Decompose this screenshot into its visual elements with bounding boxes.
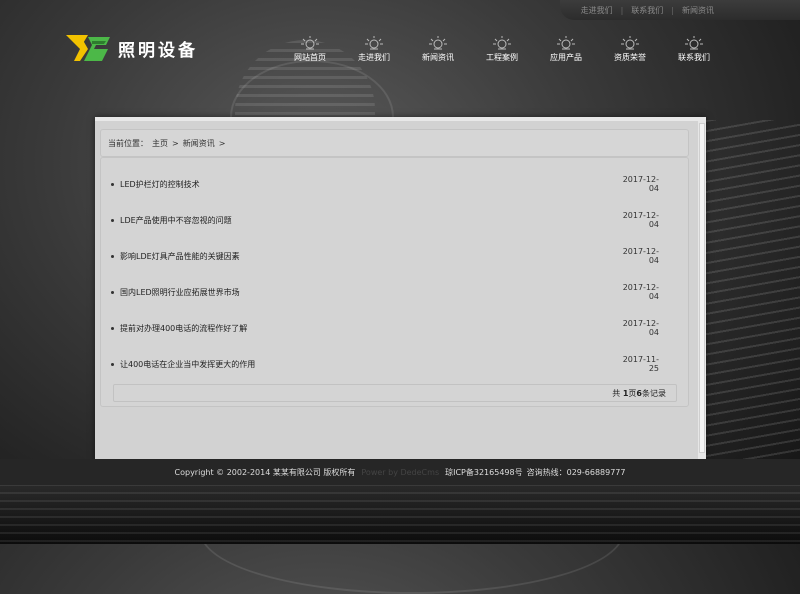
nav-label: 应用产品 [550,53,582,62]
top-utility-bar: 走进我们 | 联系我们 | 新闻资讯 [560,0,800,20]
lightbulb-icon [557,36,575,50]
news-date: 2017-11-25 [622,355,659,373]
breadcrumb: 当前位置： 主页 > 新闻资讯 > [100,129,689,157]
nav-item-about[interactable]: 走进我们 [342,36,406,66]
footer-powered-by[interactable]: Power by DedeCms [361,468,439,477]
list-item[interactable]: 让400电话在企业当中发挥更大的作用 2017-11-25 [111,355,659,373]
scrollbar-thumb[interactable] [699,123,705,453]
site-logo[interactable]: 照明设备 [66,30,206,66]
top-link-about[interactable]: 走进我们 [573,5,621,16]
nav-label: 工程案例 [486,53,518,62]
breadcrumb-home[interactable]: 主页 [152,138,168,149]
pagination-summary: 共 1 页 6 条记录 [113,384,677,402]
news-title[interactable]: LDE产品使用中不容忽视的问题 [120,215,615,226]
vertical-scrollbar[interactable] [698,121,706,459]
top-link-news[interactable]: 新闻资讯 [674,5,722,16]
top-link-contact[interactable]: 联系我们 [623,5,671,16]
lightbulb-icon [365,36,383,50]
pager-pages-suffix: 页 [628,388,637,398]
footer-hotline: 咨询热线：029-66889777 [526,467,626,477]
news-title[interactable]: 国内LED照明行业应拓展世界市场 [120,287,615,298]
bullet-icon [111,254,114,258]
lightbulb-icon [429,36,447,50]
news-title[interactable]: 影响LDE灯具产品性能的关键因素 [120,251,615,262]
footer-copyright: Copyright © 2002-2014 某某有限公司 版权所有 [174,467,356,477]
news-title[interactable]: 让400电话在企业当中发挥更大的作用 [120,359,615,370]
nav-item-products[interactable]: 应用产品 [534,36,598,66]
breadcrumb-separator: > [172,138,179,148]
nav-item-cases[interactable]: 工程案例 [470,36,534,66]
news-date: 2017-12-04 [622,247,659,265]
bullet-icon [111,362,114,366]
pager-prefix: 共 [612,388,621,398]
nav-item-news[interactable]: 新闻资讯 [406,36,470,66]
news-date: 2017-12-04 [622,211,659,229]
nav-label: 新闻资讯 [422,53,454,62]
nav-item-contact[interactable]: 联系我们 [662,36,726,66]
breadcrumb-separator: > [218,138,226,148]
news-date: 2017-12-04 [622,319,659,337]
background-building-right [706,120,800,460]
lightbulb-icon [493,36,511,50]
bullet-icon [111,290,114,294]
bullet-icon [111,218,114,222]
nav-item-home[interactable]: 网站首页 [278,36,342,66]
lightbulb-icon [301,36,319,50]
main-nav: 网站首页 走进我们 新闻资讯 工程案例 应用产品 资质荣誉 联系我们 [278,36,726,66]
nav-item-honors[interactable]: 资质荣誉 [598,36,662,66]
logo-mark [66,35,110,61]
nav-label: 走进我们 [358,53,390,62]
lightbulb-icon [685,36,703,50]
list-item[interactable]: 影响LDE灯具产品性能的关键因素 2017-12-04 [111,247,659,265]
footer-icp[interactable]: 琼ICP备32165498号 [445,467,523,478]
content-panel: 当前位置： 主页 > 新闻资讯 > LED护栏灯的控制技术 2017-12-04… [95,117,706,463]
news-list: LED护栏灯的控制技术 2017-12-04 LDE产品使用中不容忽视的问题 2… [100,157,689,407]
nav-label: 网站首页 [294,53,326,62]
lightbulb-icon [621,36,639,50]
background-bottom-structure [0,484,800,544]
breadcrumb-current[interactable]: 新闻资讯 [183,138,215,149]
list-item[interactable]: 提前对办理400电话的流程作好了解 2017-12-04 [111,319,659,337]
list-item[interactable]: 国内LED照明行业应拓展世界市场 2017-12-04 [111,283,659,301]
pager-records-suffix: 条记录 [642,388,666,398]
site-footer: Copyright © 2002-2014 某某有限公司 版权所有 Power … [0,459,800,485]
bullet-icon [111,326,114,330]
logo-text: 照明设备 [118,40,198,61]
news-title[interactable]: 提前对办理400电话的流程作好了解 [120,323,615,334]
news-title[interactable]: LED护栏灯的控制技术 [120,179,615,190]
nav-label: 联系我们 [678,53,710,62]
news-date: 2017-12-04 [622,283,659,301]
bullet-icon [111,182,114,186]
list-item[interactable]: LED护栏灯的控制技术 2017-12-04 [111,175,659,193]
nav-label: 资质荣誉 [614,53,646,62]
news-date: 2017-12-04 [622,175,659,193]
list-item[interactable]: LDE产品使用中不容忽视的问题 2017-12-04 [111,211,659,229]
breadcrumb-label: 当前位置： [108,138,148,148]
